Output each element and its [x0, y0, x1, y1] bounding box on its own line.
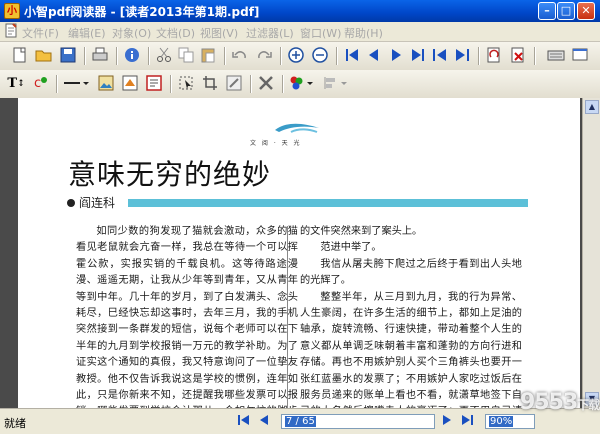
menu-edit[interactable]: 编辑(E) [68, 25, 106, 41]
edit-object-icon[interactable] [224, 74, 244, 94]
paragraph: 如同少数的狗发现了猫就会激动，众多的猫看见老鼠就会亢奋一样，我总在等待一个可以挥… [76, 226, 298, 408]
image-tool-icon[interactable] [96, 74, 116, 94]
status-next-page-icon[interactable] [439, 414, 455, 428]
status-previous-page-icon[interactable] [256, 414, 272, 428]
paragraph: 的文件突然来到了案头上。 [300, 226, 423, 237]
menu-view[interactable]: 视图(V) [200, 25, 238, 41]
page-number-field[interactable]: 7 / 65 [281, 414, 435, 429]
new-document-icon[interactable] [10, 46, 30, 66]
paragraph: 整整半年，从三月到九月，我的行为异常、人生豪阔，在许多生活的细节上，都如上足油的… [300, 291, 522, 408]
last-page-icon[interactable] [408, 46, 428, 66]
previous-page-icon[interactable] [364, 46, 384, 66]
keyboard-icon[interactable] [546, 46, 566, 66]
status-bar: 就绪 7 / 65 90% [0, 408, 600, 434]
print-icon[interactable] [90, 46, 110, 66]
stamp-tool-icon[interactable] [120, 74, 140, 94]
go-forward-icon[interactable] [452, 46, 472, 66]
redo-icon[interactable] [254, 46, 274, 66]
zoom-field[interactable]: 90% [485, 414, 535, 429]
scroll-up-icon[interactable]: ▲ [585, 100, 599, 114]
delete-page-icon[interactable] [508, 46, 528, 66]
go-back-icon[interactable] [430, 46, 450, 66]
close-button[interactable]: ✕ [577, 2, 595, 20]
column-divider [287, 226, 288, 408]
first-page-icon[interactable] [342, 46, 362, 66]
paste-icon[interactable] [198, 46, 218, 66]
watermark-text: 9553 [520, 390, 578, 415]
decorative-wave-icon [275, 123, 319, 133]
status-text: 就绪 [4, 417, 26, 430]
menu-document[interactable]: 文档(D) [156, 25, 195, 41]
paragraph: 范进中举了。 [320, 242, 382, 254]
fullscreen-icon[interactable] [570, 46, 590, 66]
menu-window[interactable]: 窗口(W) [300, 25, 341, 41]
site-watermark: 9553下载 [520, 390, 600, 415]
undo-icon[interactable] [230, 46, 250, 66]
zoom-in-icon[interactable] [286, 46, 306, 66]
next-page-icon[interactable] [386, 46, 406, 66]
status-last-page-icon[interactable] [459, 414, 475, 428]
info-icon[interactable] [122, 46, 142, 66]
article-column-left: 如同少数的狗发现了猫就会激动，众多的猫看见老鼠就会亢奋一样，我总在等待一个可以挥… [76, 224, 298, 408]
zoom-out-icon[interactable] [310, 46, 330, 66]
article-column-right: 的文件突然来到了案头上。 范进中举了。 我信从屠夫胯下爬过之后终于看到出人头地的… [300, 224, 522, 408]
paragraph: 我信从屠夫胯下爬过之后终于看到出人头地的光辉了。 [300, 258, 522, 287]
save-icon[interactable] [58, 46, 78, 66]
vertical-scrollbar[interactable]: ▲ ▼ [582, 98, 600, 408]
status-first-page-icon[interactable] [236, 414, 252, 428]
tools-icon[interactable] [256, 74, 276, 94]
edit-toolbar: T↕ c [0, 70, 600, 99]
window-title: 小智pdf阅读器 - [读者2013年第1期.pdf] [24, 5, 260, 19]
select-tool-icon[interactable] [176, 74, 196, 94]
copy-icon[interactable] [176, 46, 196, 66]
zoom-value: 90% [489, 416, 514, 427]
text-tool-icon[interactable]: T↕ [6, 74, 26, 94]
rotate-page-icon[interactable] [484, 46, 504, 66]
minimize-button[interactable]: – [538, 2, 556, 20]
menu-help[interactable]: 帮助(H) [344, 25, 383, 41]
open-folder-icon[interactable] [34, 46, 54, 66]
svg-text:c: c [34, 76, 41, 91]
section-kicker: 文 阅 · 天 光 [250, 140, 302, 147]
page-indicator: 7 / 65 [285, 416, 316, 427]
line-style-icon[interactable] [62, 74, 90, 94]
color-picker-icon[interactable] [288, 74, 316, 94]
app-icon: 小 [4, 3, 20, 19]
title-bar: 小 小智pdf阅读器 - [读者2013年第1期.pdf] – □ ✕ [0, 0, 600, 22]
title-rule [128, 199, 528, 207]
menu-filter[interactable]: 过滤器(L) [246, 25, 294, 41]
menu-file[interactable]: 文件(F) [22, 25, 59, 41]
pdf-page: 文 阅 · 天 光 意味无穷的绝妙 阎连科 如同少数的狗发现了猫就会激动，众多的… [18, 98, 580, 408]
article-headline: 意味无穷的绝妙 [68, 158, 272, 191]
document-menu-icon [5, 23, 17, 38]
text-color-icon[interactable]: c [30, 74, 50, 94]
menu-object[interactable]: 对象(O) [112, 25, 151, 41]
main-toolbar [0, 42, 600, 71]
author-bullet-icon [67, 199, 75, 207]
maximize-button[interactable]: □ [557, 2, 575, 20]
form-field-icon[interactable] [144, 74, 164, 94]
article-author: 阎连科 [79, 196, 116, 210]
align-tool-icon[interactable] [322, 74, 350, 94]
crop-tool-icon[interactable] [200, 74, 220, 94]
cut-icon[interactable] [154, 46, 174, 66]
watermark-suffix: 下载 [577, 398, 600, 412]
